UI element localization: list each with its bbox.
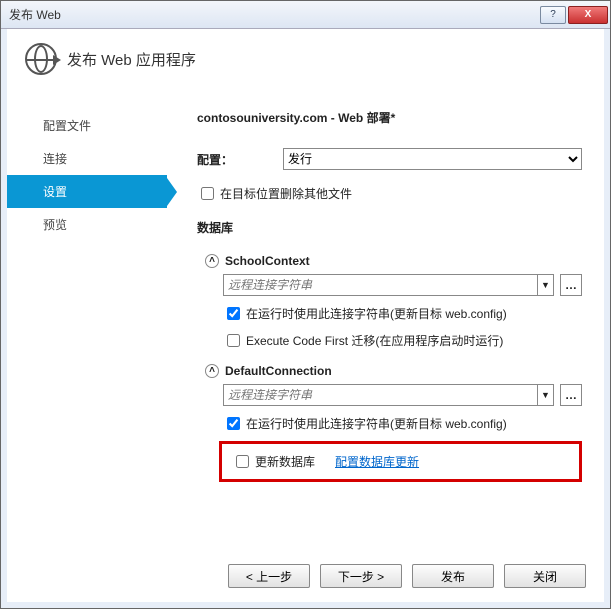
databases-title: 数据库 <box>197 219 582 236</box>
collapse-icon[interactable]: ˄ <box>205 364 219 378</box>
defaultconnection-connection-row: ▼ … <box>223 384 582 406</box>
update-database-highlight: 更新数据库 配置数据库更新 <box>219 441 582 482</box>
main-area: 配置文件 连接 设置 预览 contosouniversity.com - We… <box>7 93 604 554</box>
sidebar-item-connection[interactable]: 连接 <box>7 142 167 175</box>
globe-icon <box>25 43 57 75</box>
sidebar-item-preview[interactable]: 预览 <box>7 208 167 241</box>
schoolcontext-block: ˄ SchoolContext ▼ … 在运行时使用此连接字符串(更新目标 we… <box>197 254 582 350</box>
prev-button[interactable]: < 上一步 <box>228 564 310 588</box>
configuration-label: 配置： <box>197 151 283 168</box>
titlebar[interactable]: 发布 Web ? X <box>1 1 610 29</box>
schoolcontext-codefirst-row: Execute Code First 迁移(在应用程序启动时运行) <box>223 331 582 350</box>
delete-extra-label: 在目标位置删除其他文件 <box>220 185 352 202</box>
close-window-button[interactable]: X <box>568 6 608 24</box>
dialog-footer: < 上一步 下一步 > 发布 关闭 <box>7 554 604 602</box>
update-database-checkbox[interactable] <box>236 455 249 468</box>
update-database-row: 更新数据库 配置数据库更新 <box>232 452 569 471</box>
close-button[interactable]: 关闭 <box>504 564 586 588</box>
help-button[interactable]: ? <box>540 6 566 24</box>
defaultconnection-connection-input[interactable] <box>223 384 538 406</box>
publish-button[interactable]: 发布 <box>412 564 494 588</box>
defaultconnection-useruntime-label: 在运行时使用此连接字符串(更新目标 web.config) <box>246 415 507 432</box>
schoolcontext-connection-row: ▼ … <box>223 274 582 296</box>
schoolcontext-connection-browse[interactable]: … <box>560 274 582 296</box>
configuration-row: 配置： 发行 <box>197 148 582 170</box>
schoolcontext-name: SchoolContext <box>225 254 310 268</box>
defaultconnection-connection-browse[interactable]: … <box>560 384 582 406</box>
defaultconnection-block: ˄ DefaultConnection ▼ … 在运行时使用此连接字符串(更新目… <box>197 364 582 482</box>
sidebar-item-settings[interactable]: 设置 <box>7 175 167 208</box>
schoolcontext-connection-dropdown[interactable]: ▼ <box>538 274 554 296</box>
schoolcontext-useruntime-label: 在运行时使用此连接字符串(更新目标 web.config) <box>246 305 507 322</box>
schoolcontext-useruntime-checkbox[interactable] <box>227 307 240 320</box>
wizard-sidebar: 配置文件 连接 设置 预览 <box>7 93 167 554</box>
schoolcontext-codefirst-checkbox[interactable] <box>227 334 240 347</box>
schoolcontext-connection-input[interactable] <box>223 274 538 296</box>
next-button[interactable]: 下一步 > <box>320 564 402 588</box>
schoolcontext-codefirst-label: Execute Code First 迁移(在应用程序启动时运行) <box>246 332 503 349</box>
sidebar-item-profile[interactable]: 配置文件 <box>7 109 167 142</box>
configure-database-updates-link[interactable]: 配置数据库更新 <box>335 453 419 470</box>
delete-extra-row: 在目标位置删除其他文件 <box>197 184 582 203</box>
dialog-body: 发布 Web 应用程序 配置文件 连接 设置 预览 contosounivers… <box>1 29 610 608</box>
collapse-icon[interactable]: ˄ <box>205 254 219 268</box>
defaultconnection-useruntime-row: 在运行时使用此连接字符串(更新目标 web.config) <box>223 414 582 433</box>
defaultconnection-connection-dropdown[interactable]: ▼ <box>538 384 554 406</box>
schoolcontext-useruntime-row: 在运行时使用此连接字符串(更新目标 web.config) <box>223 304 582 323</box>
window-title: 发布 Web <box>9 6 538 23</box>
defaultconnection-name: DefaultConnection <box>225 364 332 378</box>
content-panel: contosouniversity.com - Web 部署* 配置： 发行 在… <box>167 93 604 554</box>
defaultconnection-header[interactable]: ˄ DefaultConnection <box>205 364 582 378</box>
publish-web-dialog: 发布 Web ? X 发布 Web 应用程序 配置文件 连接 设置 预览 con… <box>0 0 611 609</box>
update-database-label: 更新数据库 <box>255 453 315 470</box>
configuration-dropdown[interactable]: 发行 <box>283 148 582 170</box>
profile-summary: contosouniversity.com - Web 部署* <box>197 109 582 126</box>
dialog-title: 发布 Web 应用程序 <box>67 49 196 70</box>
dialog-header: 发布 Web 应用程序 <box>7 29 604 93</box>
defaultconnection-useruntime-checkbox[interactable] <box>227 417 240 430</box>
schoolcontext-header[interactable]: ˄ SchoolContext <box>205 254 582 268</box>
delete-extra-checkbox[interactable] <box>201 187 214 200</box>
